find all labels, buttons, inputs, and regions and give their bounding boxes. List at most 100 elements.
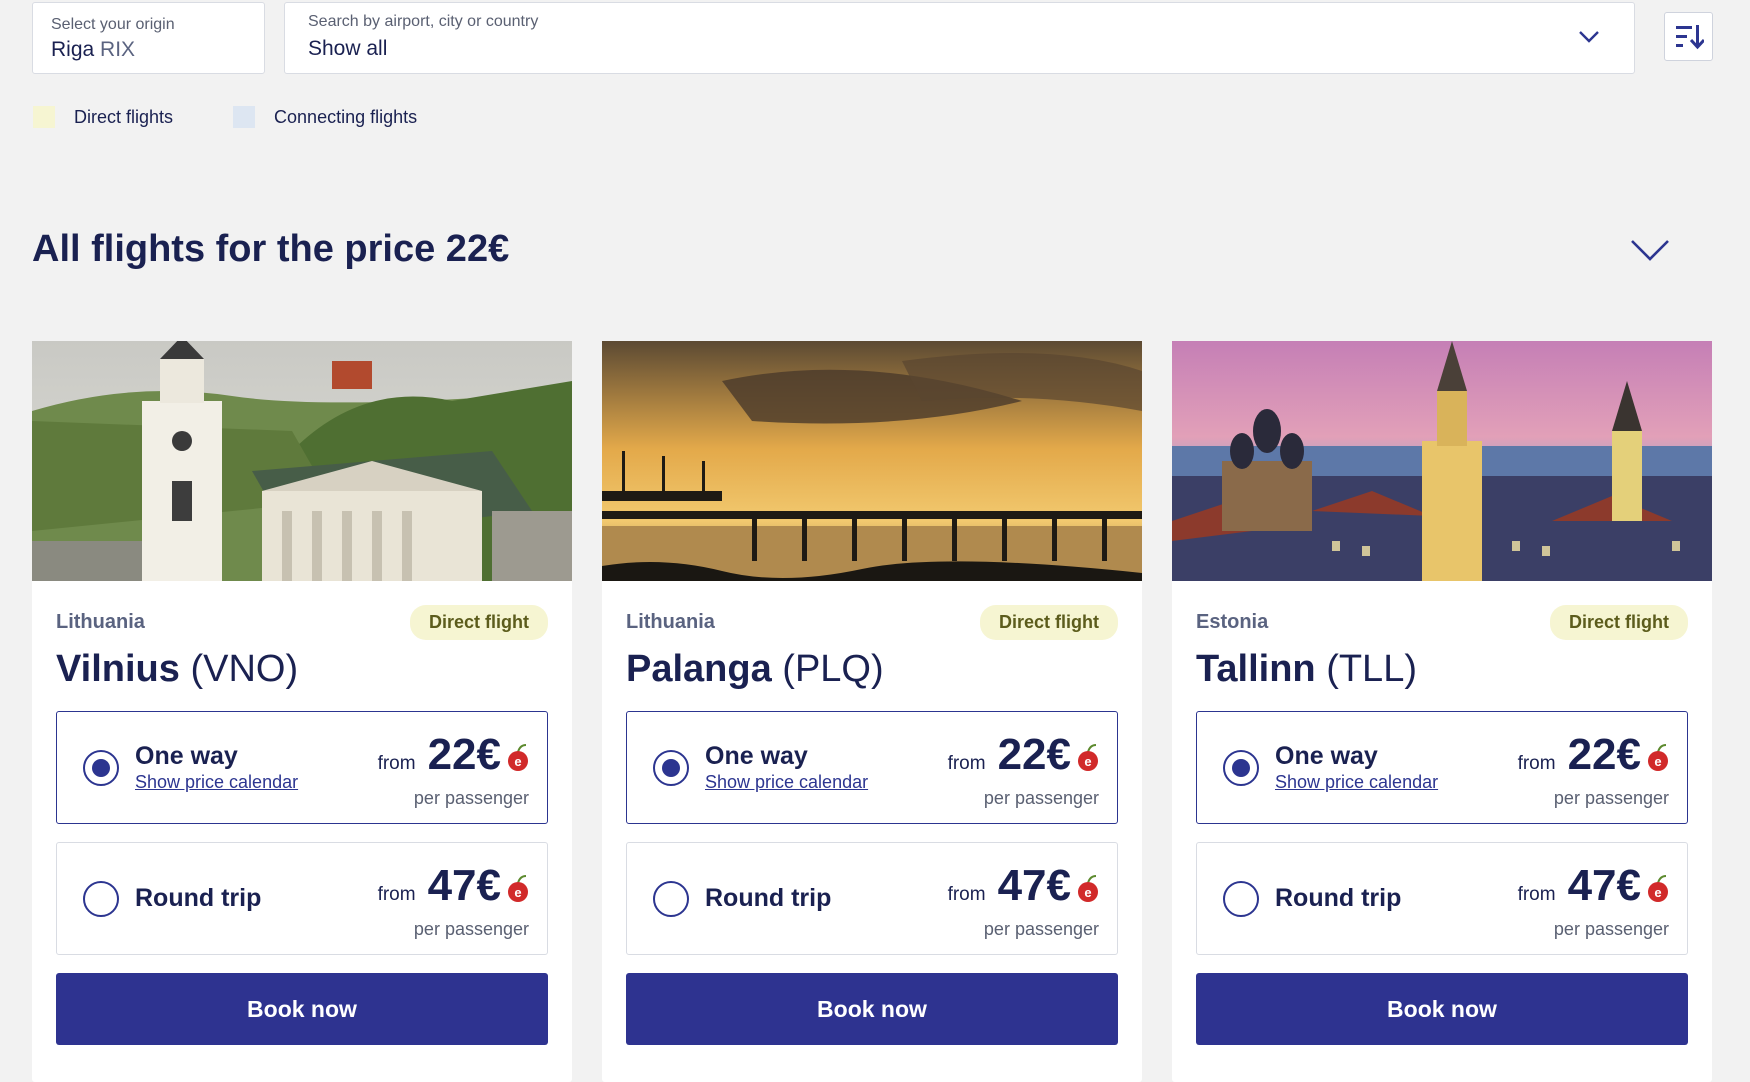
round-trip-label: Round trip — [1275, 884, 1402, 912]
from-label: from — [1517, 884, 1556, 905]
show-price-calendar-link[interactable]: Show price calendar — [135, 772, 298, 793]
country-label: Estonia — [1196, 611, 1269, 633]
chevron-down-icon[interactable] — [1630, 238, 1670, 262]
origin-code: RIX — [100, 38, 136, 61]
from-label: from — [377, 753, 416, 774]
direct-flight-badge: Direct flight — [979, 605, 1118, 640]
round-trip-price: from 47€ e — [948, 861, 1099, 911]
per-passenger-label: per passenger — [1553, 919, 1669, 939]
destination-city: Tallinn (TLL) — [1196, 648, 1688, 691]
book-now-button[interactable]: Book now — [1196, 973, 1688, 1045]
svg-text:e: e — [1084, 885, 1091, 900]
svg-text:e: e — [514, 885, 521, 900]
one-way-label: One way — [705, 742, 808, 770]
round-trip-option[interactable]: Round trip from 47€ e per passenger — [1196, 842, 1688, 955]
legend-direct: Direct flights — [33, 106, 173, 128]
price-value: 47€ — [427, 861, 501, 910]
cherry-icon: e — [1648, 875, 1668, 902]
cherry-icon: e — [1078, 744, 1098, 771]
price-value: 22€ — [997, 730, 1071, 779]
direct-swatch — [33, 106, 55, 128]
direct-flight-badge: Direct flight — [1549, 605, 1688, 640]
country-label: Lithuania — [56, 611, 145, 633]
from-label: from — [1517, 753, 1556, 774]
price-value: 22€ — [427, 730, 501, 779]
legend-connecting-label: Connecting flights — [274, 106, 418, 127]
from-label: from — [947, 753, 986, 774]
destination-card-vilnius: Lithuania Direct flight Vilnius (VNO) On… — [32, 341, 572, 1082]
legend-direct-label: Direct flights — [74, 106, 174, 127]
from-label: from — [377, 884, 416, 905]
round-trip-label: Round trip — [705, 884, 832, 912]
destination-search[interactable]: Search by airport, city or country Show … — [284, 2, 1635, 74]
one-way-option[interactable]: One way Show price calendar from 22€ e p… — [56, 711, 548, 824]
origin-city: Riga — [51, 38, 95, 61]
destination-card-tallinn: Estonia Direct flight Tallinn (TLL) One … — [1172, 341, 1712, 1082]
round-trip-price: from 47€ e — [1518, 861, 1669, 911]
cherry-icon: e — [508, 744, 528, 771]
cherry-icon: e — [1648, 744, 1668, 771]
svg-text:e: e — [514, 754, 521, 769]
round-trip-radio[interactable] — [653, 881, 689, 917]
show-price-calendar-link[interactable]: Show price calendar — [1275, 772, 1438, 793]
round-trip-price: from 47€ e — [378, 861, 529, 911]
airport-code: (PLQ) — [782, 648, 884, 690]
per-passenger-label: per passenger — [413, 919, 529, 939]
country-label: Lithuania — [626, 611, 715, 633]
show-price-calendar-link[interactable]: Show price calendar — [705, 772, 868, 793]
one-way-option[interactable]: One way Show price calendar from 22€ e p… — [1196, 711, 1688, 824]
flight-type-legend: Direct flights Connecting flights — [33, 106, 477, 128]
round-trip-radio[interactable] — [1223, 881, 1259, 917]
destination-image — [1172, 341, 1712, 581]
destination-caption: Search by airport, city or country — [308, 13, 539, 30]
svg-text:e: e — [1654, 754, 1661, 769]
one-way-label: One way — [1275, 742, 1378, 770]
destination-city: Palanga (PLQ) — [626, 648, 1118, 691]
chevron-down-icon[interactable] — [1578, 30, 1600, 44]
svg-text:e: e — [1654, 885, 1661, 900]
round-trip-label: Round trip — [135, 884, 262, 912]
one-way-price: from 22€ e — [948, 730, 1099, 780]
round-trip-option[interactable]: Round trip from 47€ e per passenger — [56, 842, 548, 955]
destination-city: Vilnius (VNO) — [56, 648, 548, 691]
round-trip-radio[interactable] — [83, 881, 119, 917]
one-way-radio[interactable] — [83, 750, 119, 786]
one-way-option[interactable]: One way Show price calendar from 22€ e p… — [626, 711, 1118, 824]
per-passenger-label: per passenger — [1553, 788, 1669, 808]
one-way-radio[interactable] — [653, 750, 689, 786]
origin-select[interactable]: Select your origin Riga RIX — [32, 2, 265, 74]
one-way-radio[interactable] — [1223, 750, 1259, 786]
price-value: 47€ — [1567, 861, 1641, 910]
city-name: Tallinn — [1196, 648, 1316, 690]
price-value: 47€ — [997, 861, 1071, 910]
sort-icon — [1675, 24, 1704, 49]
section-title: All flights for the price 22€ — [32, 228, 510, 270]
book-now-button[interactable]: Book now — [626, 973, 1118, 1045]
direct-flight-badge: Direct flight — [409, 605, 548, 640]
sort-button[interactable] — [1664, 12, 1713, 61]
connecting-swatch — [233, 106, 256, 128]
per-passenger-label: per passenger — [983, 788, 1099, 808]
svg-text:e: e — [1084, 754, 1091, 769]
round-trip-option[interactable]: Round trip from 47€ e per passenger — [626, 842, 1118, 955]
airport-code: (VNO) — [190, 648, 299, 690]
per-passenger-label: per passenger — [983, 919, 1099, 939]
per-passenger-label: per passenger — [413, 788, 529, 808]
city-name: Vilnius — [56, 648, 180, 690]
airport-code: (TLL) — [1326, 648, 1417, 690]
origin-caption: Select your origin — [51, 16, 175, 33]
from-label: from — [947, 884, 986, 905]
one-way-price: from 22€ e — [1518, 730, 1669, 780]
cherry-icon: e — [508, 875, 528, 902]
one-way-label: One way — [135, 742, 238, 770]
city-name: Palanga — [626, 648, 772, 690]
destination-value: Show all — [308, 37, 388, 60]
one-way-price: from 22€ e — [378, 730, 529, 780]
book-now-button[interactable]: Book now — [56, 973, 548, 1045]
legend-connecting: Connecting flights — [233, 106, 417, 128]
origin-value: Riga RIX — [51, 38, 246, 62]
cherry-icon: e — [1078, 875, 1098, 902]
price-value: 22€ — [1567, 730, 1641, 779]
destination-image — [602, 341, 1142, 581]
destination-image — [32, 341, 572, 581]
